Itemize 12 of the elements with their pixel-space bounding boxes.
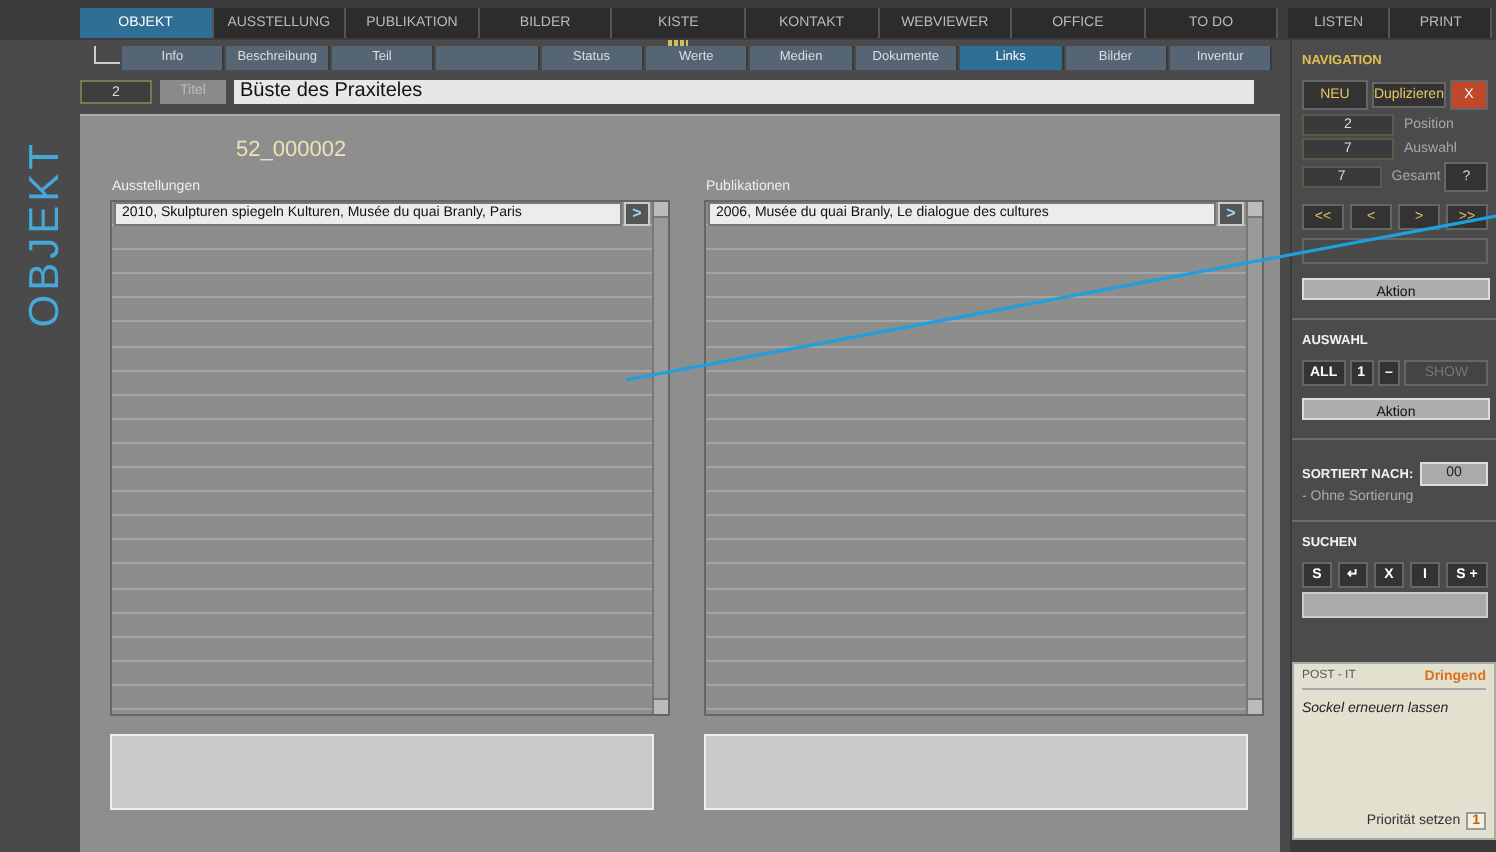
record-id: 52_000002 [236, 138, 349, 162]
sub-tab[interactable] [436, 46, 540, 70]
open-button[interactable]: > [624, 201, 650, 226]
scrollbar[interactable] [1246, 202, 1262, 714]
title-field[interactable]: Büste des Praxiteles [234, 80, 1254, 104]
section-label: OBJEKT [22, 140, 70, 328]
text-area[interactable] [704, 734, 1248, 810]
action-field[interactable] [1302, 238, 1488, 264]
text-area[interactable] [110, 734, 654, 810]
search-field[interactable] [1302, 592, 1488, 618]
open-button[interactable]: > [1218, 201, 1244, 226]
scrollbar[interactable] [652, 202, 668, 714]
